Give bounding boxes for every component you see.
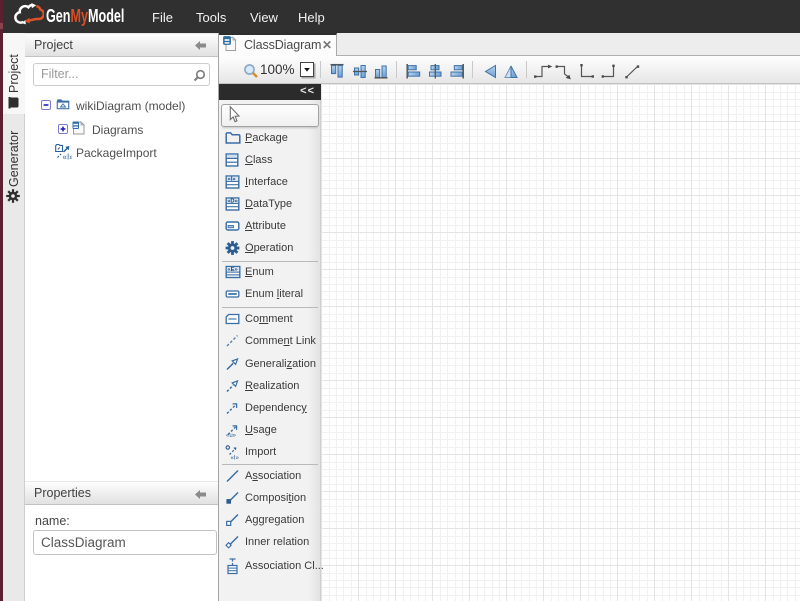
svg-text:«u»: «u» (226, 433, 237, 438)
svg-text:«I»: «I» (231, 455, 240, 459)
svg-text:«I»: «I» (63, 153, 73, 161)
